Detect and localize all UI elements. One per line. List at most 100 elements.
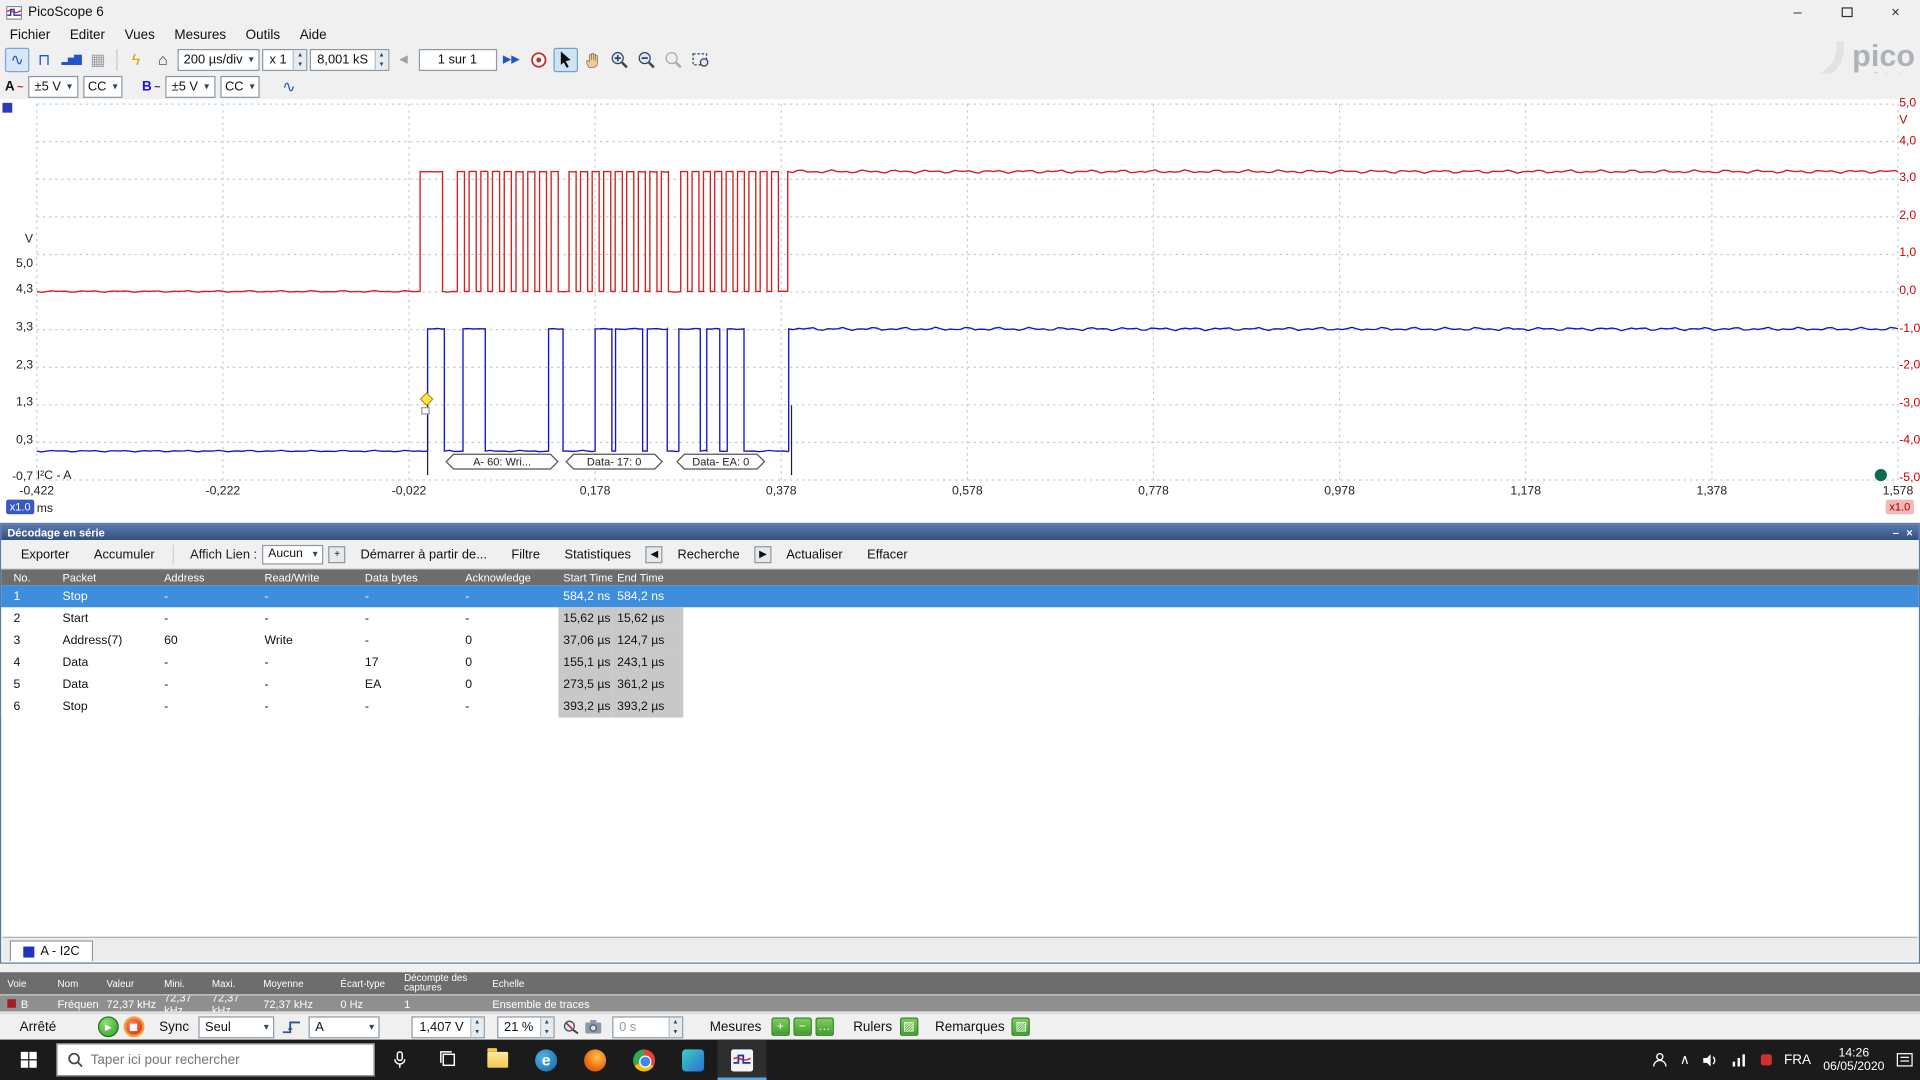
measurement-column-header[interactable]: Moyenne <box>256 972 333 994</box>
timebase-select[interactable]: 200 µs/div ▾ <box>178 48 260 70</box>
panel-close-icon[interactable]: × <box>1906 526 1912 538</box>
zoom-in-button[interactable] <box>607 47 631 71</box>
column-header[interactable]: Start Time <box>558 571 612 583</box>
edge-button[interactable]: e <box>522 1040 571 1080</box>
measurement-column-header[interactable]: Maxi. <box>204 972 255 994</box>
language-indicator[interactable]: FRA <box>1784 1052 1811 1067</box>
channel-a-coupling-select[interactable]: CC▾ <box>83 75 122 97</box>
home-button[interactable]: ⌂ <box>151 47 175 71</box>
clear-button[interactable]: Effacer <box>857 544 917 564</box>
trigger-edge-icon[interactable] <box>282 1018 302 1035</box>
measurement-column-header[interactable]: Mini. <box>157 972 205 994</box>
filter-button[interactable]: Filtre <box>502 544 550 564</box>
spinner-arrows[interactable]: ▲▼ <box>374 50 387 70</box>
start-button[interactable] <box>0 1040 56 1080</box>
measurement-column-header[interactable]: Voie <box>0 972 50 994</box>
scope-view-button[interactable]: ∿ <box>5 47 29 71</box>
minimize-button[interactable]: – <box>1773 0 1822 24</box>
task-view-button[interactable] <box>424 1040 473 1080</box>
link-add-button[interactable]: + <box>329 546 346 563</box>
search-input[interactable] <box>91 1052 336 1067</box>
menu-item[interactable]: Outils <box>236 26 290 43</box>
channel-a-range-select[interactable]: ±5 V▾ <box>28 75 78 97</box>
link-select[interactable]: Aucun ▾ <box>262 544 324 564</box>
tab-a-i2c[interactable]: A - I2C <box>10 940 93 961</box>
measurement-column-header[interactable]: Nom <box>50 972 99 994</box>
stop-capture-button[interactable] <box>124 1016 145 1037</box>
table-row[interactable]: 3 Address(7) 60 Write - 0 37,06 µs 124,7… <box>1 629 1919 651</box>
firefox-button[interactable] <box>571 1040 620 1080</box>
panel-minimize-icon[interactable]: – <box>1893 526 1899 538</box>
refresh-button[interactable]: Actualiser <box>776 544 852 564</box>
close-button[interactable]: × <box>1871 0 1920 24</box>
remove-measure-button[interactable]: − <box>793 1018 811 1036</box>
column-header[interactable]: Acknowledge <box>459 571 558 583</box>
edit-measure-button[interactable]: … <box>815 1018 833 1036</box>
channel-b-button[interactable]: B ~ <box>142 79 161 94</box>
spin-down-icon[interactable]: ▼ <box>378 61 384 68</box>
search-next-button[interactable]: ▶ <box>754 546 771 563</box>
menu-item[interactable]: Editer <box>60 26 115 43</box>
column-header[interactable]: No. <box>1 571 56 583</box>
spin-up-icon[interactable]: ▲ <box>378 51 384 58</box>
spectrum-view-button[interactable]: ▂▅▇ <box>59 47 83 71</box>
marker-pen-button[interactable] <box>526 47 550 71</box>
zoom-out-button[interactable] <box>634 47 658 71</box>
spin-up-icon[interactable]: ▲ <box>474 1018 480 1025</box>
table-row[interactable]: 6 Stop - - - - 393,2 µs 393,2 µs <box>1 696 1919 718</box>
channel-b-coupling-select[interactable]: CC▾ <box>220 75 259 97</box>
volume-icon[interactable] <box>1702 1052 1719 1067</box>
taskbar-search[interactable] <box>56 1043 374 1076</box>
spin-down-icon[interactable]: ▼ <box>297 61 303 68</box>
column-header[interactable]: Read/Write <box>258 571 358 583</box>
notes-button[interactable]: ▨ <box>1012 1018 1030 1036</box>
cortana-mic-button[interactable] <box>375 1040 424 1080</box>
table-row[interactable]: 5 Data - - EA 0 273,5 µs 361,2 µs <box>1 673 1919 695</box>
camera-icon[interactable] <box>584 1019 602 1035</box>
menu-item[interactable]: Vues <box>115 26 165 43</box>
menu-item[interactable]: Mesures <box>165 26 236 43</box>
export-button[interactable]: Exporter <box>11 544 79 564</box>
search-button[interactable]: Recherche <box>668 544 750 564</box>
next-buffer-button[interactable]: ▶▶ <box>499 47 523 71</box>
menu-item[interactable]: Fichier <box>0 26 60 43</box>
zoom-factor-spinner[interactable]: x 1 ▲▼ <box>262 48 307 70</box>
table-row[interactable]: 4 Data - - 17 0 155,1 µs 243,1 µs <box>1 651 1919 673</box>
restore-button[interactable] <box>1822 0 1871 24</box>
start-from-button[interactable]: Démarrer à partir de... <box>351 544 497 564</box>
menu-item[interactable]: Aide <box>290 26 337 43</box>
spinner-arrows[interactable]: ▲▼ <box>470 1017 483 1037</box>
auto-setup-button[interactable]: ϟ <box>124 47 148 71</box>
layout-view-button[interactable]: ▦ <box>86 47 110 71</box>
spinner-arrows[interactable]: ▲▼ <box>293 50 306 70</box>
measurement-row[interactable]: B Fréquence 72,37 kHz 72,37 kHz 72,37 kH… <box>0 994 1920 1011</box>
network-icon[interactable] <box>1731 1053 1748 1066</box>
start-capture-button[interactable]: ▶ <box>98 1016 119 1037</box>
zoom-reset-icon[interactable] <box>562 1019 580 1035</box>
measurement-column-header[interactable]: Echelle <box>485 972 1920 994</box>
probe-settings-button[interactable]: ∿ <box>277 74 301 98</box>
chrome-button[interactable] <box>620 1040 669 1080</box>
table-row[interactable]: 2 Start - - - - 15,62 µs 15,62 µs <box>1 607 1919 629</box>
marquee-zoom-button[interactable] <box>688 47 712 71</box>
column-header[interactable]: Data bytes <box>359 571 459 583</box>
measurement-column-header[interactable]: Écart-type <box>333 972 397 994</box>
measurement-column-header[interactable]: Valeur <box>99 972 157 994</box>
column-header[interactable]: End Time <box>612 571 683 583</box>
pretrigger-spinner[interactable]: 21 % ▲▼ <box>497 1016 554 1038</box>
spin-down-icon[interactable]: ▼ <box>544 1028 550 1035</box>
zoom-undo-button[interactable] <box>661 47 685 71</box>
spin-up-icon[interactable]: ▲ <box>297 51 303 58</box>
hand-tool-button[interactable] <box>580 47 604 71</box>
tray-chevron-up-icon[interactable]: ∧ <box>1680 1052 1690 1068</box>
app-button[interactable] <box>669 1040 718 1080</box>
rulers-button[interactable]: ▨ <box>899 1018 917 1036</box>
column-header[interactable]: Address <box>158 571 258 583</box>
scope-view[interactable]: A- 60: Wri...Data- 17: 0Data- EA: 0 I²C … <box>0 99 1920 523</box>
measurement-column-header[interactable]: Décompte des captures <box>397 972 485 994</box>
taskbar-clock[interactable]: 14:26 06/05/2020 <box>1823 1046 1884 1073</box>
tray-app-icon[interactable] <box>1761 1054 1772 1065</box>
statistics-button[interactable]: Statistiques <box>555 544 641 564</box>
prev-buffer-button[interactable]: ◀ <box>391 47 415 71</box>
search-prev-button[interactable]: ◀ <box>646 546 663 563</box>
